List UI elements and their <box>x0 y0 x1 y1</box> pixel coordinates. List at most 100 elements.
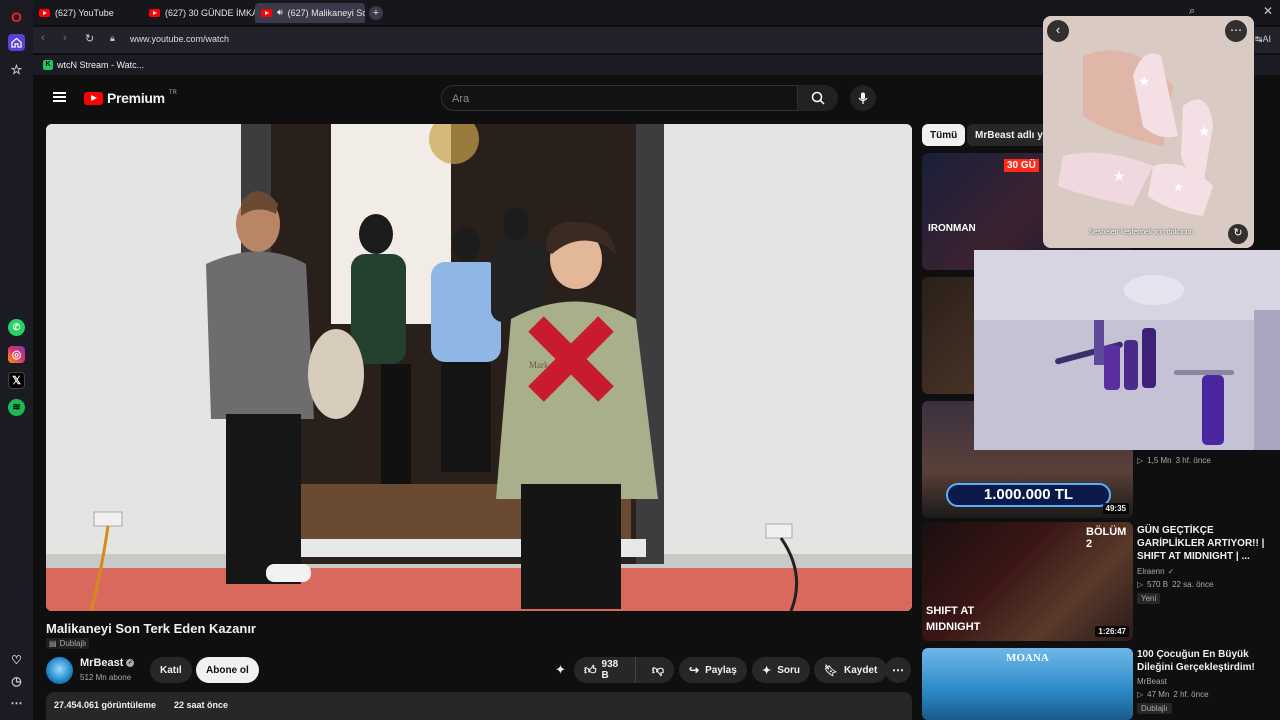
join-button[interactable]: Katıl <box>150 657 192 683</box>
more-horizontal-icon: ⋯ <box>1230 23 1242 37</box>
rec3-age: 3 hf. önce <box>1175 456 1211 465</box>
voice-search-button[interactable] <box>850 85 876 111</box>
rec4-age: 22 sa. önce <box>1172 580 1214 589</box>
channel-name[interactable]: MrBeast ✓ <box>80 657 135 669</box>
bookmark-favicon-icon: K <box>43 60 53 70</box>
bookmark-wtcn[interactable]: wtcN Stream - Watc... <box>57 60 144 70</box>
rec4-title[interactable]: GÜN GEÇTİKÇE GARİPLİKLER ARTIYOR!! | SHI… <box>1137 524 1277 563</box>
youtube-play-icon <box>84 91 103 105</box>
filter-chip-channel[interactable]: MrBeast adlı yü <box>967 124 1047 146</box>
tab-malikaneyi[interactable]: 🔊︎ (627) Malikaneyi Son <box>255 2 365 23</box>
save-button[interactable]: 🔖︎ Kaydet <box>814 657 888 683</box>
chevron-left-icon: ‹ <box>1055 22 1061 37</box>
thumb-badge-text: 30 GÜ <box>1004 159 1039 172</box>
play-count-icon: ▷ <box>1137 690 1144 699</box>
more-icon[interactable]: ⋯ <box>8 694 25 711</box>
ask-label: Soru <box>777 664 800 676</box>
upload-time: 22 saat önce <box>174 700 229 710</box>
reload-icon[interactable]: ↻ <box>85 32 94 45</box>
heart-icon[interactable]: ♡ <box>8 651 25 668</box>
mini-player-overlay[interactable] <box>974 250 1280 450</box>
rec5-title[interactable]: 100 Çocuğun En Büyük Dileğini Gerçekleşt… <box>1137 648 1277 674</box>
svg-text:★: ★ <box>1198 123 1211 139</box>
microphone-icon <box>858 92 868 104</box>
lens-button[interactable]: ↻ <box>1228 224 1248 244</box>
tab-30-gunde[interactable]: (627) 30 GÜNDE İMKANSIZ <box>143 3 255 23</box>
subscriber-count: 512 Mn abone <box>80 673 132 682</box>
url-input[interactable]: www.youtube.com/watch <box>130 34 229 44</box>
more-actions-button[interactable]: ⋯ <box>885 657 911 683</box>
thumb-tag-text: BÖLÜM 2 <box>1086 526 1127 550</box>
ai-label: AI <box>1262 34 1272 44</box>
close-window-icon[interactable]: ✕ <box>1263 4 1273 18</box>
rec5-channel[interactable]: MrBeast <box>1137 677 1167 686</box>
dub-badge: Dublajlı <box>1137 703 1172 714</box>
home-icon[interactable] <box>8 34 25 51</box>
spotify-icon[interactable]: ≋ <box>8 399 25 416</box>
like-button[interactable]: 👍︎ 938 B <box>574 657 636 683</box>
thumb-logo-line-1: SHIFT AT <box>926 605 975 617</box>
popup-more-button[interactable]: ⋯ <box>1225 20 1247 42</box>
x-twitter-icon[interactable]: 𝕏 <box>8 372 25 389</box>
image-search-popup[interactable]: ★ ★ ★ ★ ‹ ⋯ Nesneleri keşfetmek için dok… <box>1043 16 1254 248</box>
rec5-views: 47 Mn <box>1147 690 1170 699</box>
play-count-icon: ▷ <box>1137 456 1144 465</box>
whatsapp-icon[interactable]: ✆ <box>8 319 25 336</box>
rec4-channel[interactable]: Elraenn ✓ <box>1137 567 1174 576</box>
video-player[interactable]: Mark <box>46 124 912 611</box>
search-button[interactable] <box>798 85 838 111</box>
lens-refresh-icon: ↻ <box>1233 227 1243 239</box>
svg-text:★: ★ <box>1173 180 1184 194</box>
recommendation-thumbnail-5[interactable]: MOANA <box>922 648 1133 720</box>
mini-player-frame <box>974 250 1280 450</box>
ai-button[interactable]: ↹AI <box>1255 34 1271 45</box>
share-button[interactable]: ↪ Paylaş <box>679 657 747 683</box>
hamburger-menu-icon[interactable] <box>53 92 66 102</box>
channel-avatar[interactable] <box>46 657 73 684</box>
search-icon <box>811 91 825 105</box>
popup-image: ★ ★ ★ ★ <box>1043 16 1254 248</box>
like-count: 938 B <box>601 659 619 681</box>
youtube-logo[interactable]: Premium TR <box>84 90 177 106</box>
share-label: Paylaş <box>705 664 737 676</box>
rec3-meta: ▷ 1,5 Mn 3 hf. önce <box>1137 456 1211 465</box>
sparkle-icon[interactable]: ✦ <box>555 662 566 678</box>
tab-label: (627) YouTube <box>55 7 114 18</box>
video-duration: 49:35 <box>1102 503 1129 514</box>
subscribe-button[interactable]: Abone ol <box>196 657 259 683</box>
thumbs-down-icon: 👎︎ <box>651 662 664 677</box>
save-label: Kaydet <box>843 664 878 676</box>
forward-icon[interactable]: › <box>63 32 67 44</box>
history-icon[interactable]: ◷ <box>8 672 25 689</box>
join-label: Katıl <box>160 664 182 676</box>
recommendation-thumbnail-4[interactable]: BÖLÜM 2 SHIFT AT MIDNIGHT 1:26:47 <box>922 522 1133 641</box>
filter-channel-label: MrBeast adlı yü <box>975 129 1047 141</box>
dub-icon: ▤ <box>49 639 57 648</box>
back-icon[interactable]: ‹ <box>41 32 45 44</box>
instagram-icon[interactable]: ◎ <box>8 346 25 363</box>
view-count: 27.454.061 görüntüleme <box>54 700 157 710</box>
more-horizontal-icon: ⋯ <box>892 663 904 677</box>
filter-chip-all[interactable]: Tümü <box>922 124 966 146</box>
search-input[interactable]: Ara <box>441 85 798 111</box>
thumbs-up-icon: 👍︎ <box>584 662 597 677</box>
tab-label: (627) Malikaneyi Son <box>287 7 365 18</box>
youtube-favicon-icon <box>261 8 272 17</box>
tab-youtube[interactable]: (627) YouTube <box>33 3 143 23</box>
description-box[interactable]: 27.454.061 görüntüleme 22 saat önce <box>46 692 912 720</box>
verified-icon: ✓ <box>1167 567 1175 576</box>
shirt-text: Mark <box>529 360 549 370</box>
dislike-button[interactable]: 👎︎ <box>642 663 674 678</box>
popup-back-button[interactable]: ‹ <box>1047 20 1069 42</box>
rec5-age: 2 hf. önce <box>1173 690 1209 699</box>
star-icon[interactable]: ☆ <box>8 61 25 78</box>
play-count-icon: ▷ <box>1137 580 1144 589</box>
tab-label: (627) 30 GÜNDE İMKANSIZ <box>165 7 255 18</box>
new-tab-button[interactable]: + <box>369 5 383 20</box>
opera-logo-icon[interactable]: O <box>8 8 25 25</box>
dub-label: Dublajlı <box>59 639 87 648</box>
rec4-channel-name: Elraenn <box>1137 567 1165 576</box>
rec4-views: 570 B <box>1147 580 1169 589</box>
ask-button[interactable]: ✦ Soru <box>752 657 810 683</box>
like-dislike-group: 👍︎ 938 B 👎︎ <box>574 657 674 683</box>
